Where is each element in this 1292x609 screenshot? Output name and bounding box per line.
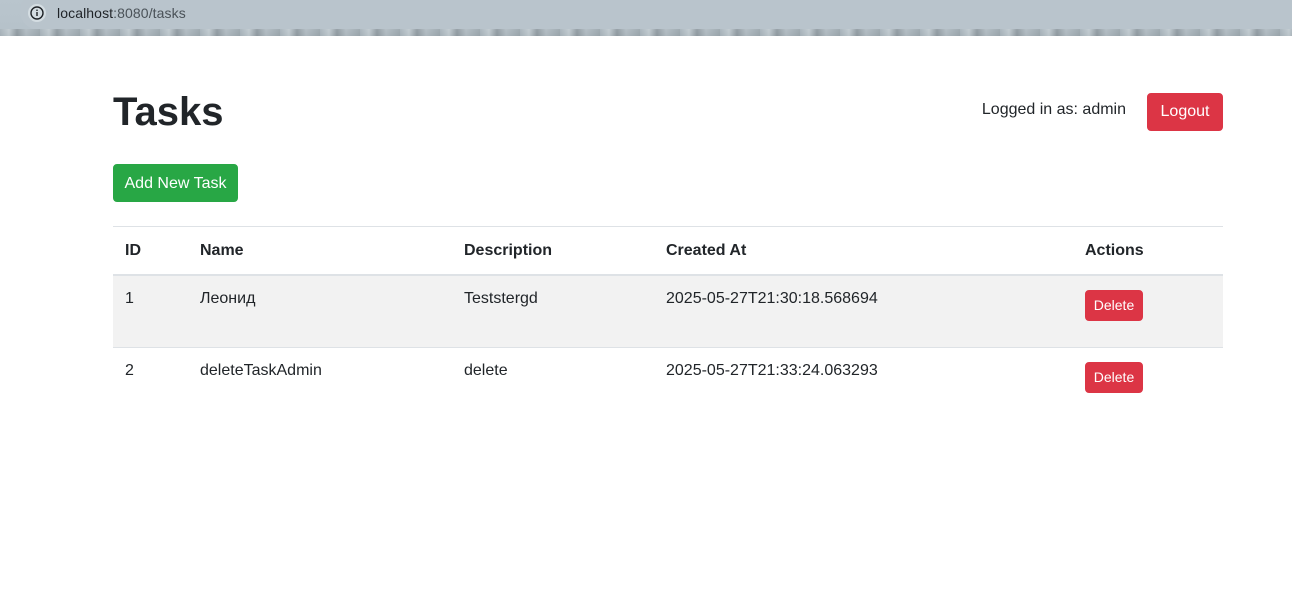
cell-name: Леонид — [188, 274, 452, 347]
table-body: 1 Леонид Teststergd 2025-05-27T21:30:18.… — [113, 274, 1223, 419]
browser-address-bar: localhost:8080/tasks — [0, 0, 1292, 36]
add-task-button[interactable]: Add New Task — [113, 164, 238, 202]
cell-created-at: 2025-05-27T21:33:24.063293 — [654, 346, 1073, 419]
cell-description: Teststergd — [452, 274, 654, 347]
user-area: Logged in as: admin Logout — [982, 93, 1223, 131]
cell-actions: Delete — [1073, 346, 1223, 419]
cell-name: deleteTaskAdmin — [188, 346, 452, 419]
url-host: localhost — [57, 5, 114, 21]
url-text[interactable]: localhost:8080/tasks — [57, 4, 186, 22]
header-id: ID — [113, 226, 188, 276]
header-actions: Actions — [1073, 226, 1223, 276]
logout-button[interactable]: Logout — [1147, 93, 1223, 131]
tasks-table: ID Name Description Created At Actions 1… — [113, 226, 1223, 419]
logged-in-label: Logged in as: admin — [981, 101, 1126, 118]
cell-description: delete — [452, 346, 654, 419]
header-created-at: Created At — [654, 226, 1073, 276]
table-header-row: ID Name Description Created At Actions — [113, 226, 1223, 276]
table-header: ID Name Description Created At Actions — [113, 226, 1223, 276]
url-path: :8080/tasks — [113, 5, 186, 21]
cell-id: 1 — [113, 274, 188, 347]
cell-created-at: 2025-05-27T21:30:18.568694 — [654, 274, 1073, 347]
page-title: Tasks — [113, 90, 224, 134]
delete-button[interactable]: Delete — [1085, 361, 1143, 393]
cell-actions: Delete — [1073, 274, 1223, 347]
table-row: 1 Леонид Teststergd 2025-05-27T21:30:18.… — [113, 274, 1223, 347]
table-row: 2 deleteTaskAdmin delete 2025-05-27T21:3… — [113, 346, 1223, 419]
info-icon[interactable] — [28, 4, 46, 22]
header-description: Description — [452, 226, 654, 276]
url-field[interactable] — [20, 0, 1292, 30]
header-name: Name — [188, 226, 452, 276]
delete-button[interactable]: Delete — [1085, 290, 1143, 321]
cell-id: 2 — [113, 346, 188, 419]
